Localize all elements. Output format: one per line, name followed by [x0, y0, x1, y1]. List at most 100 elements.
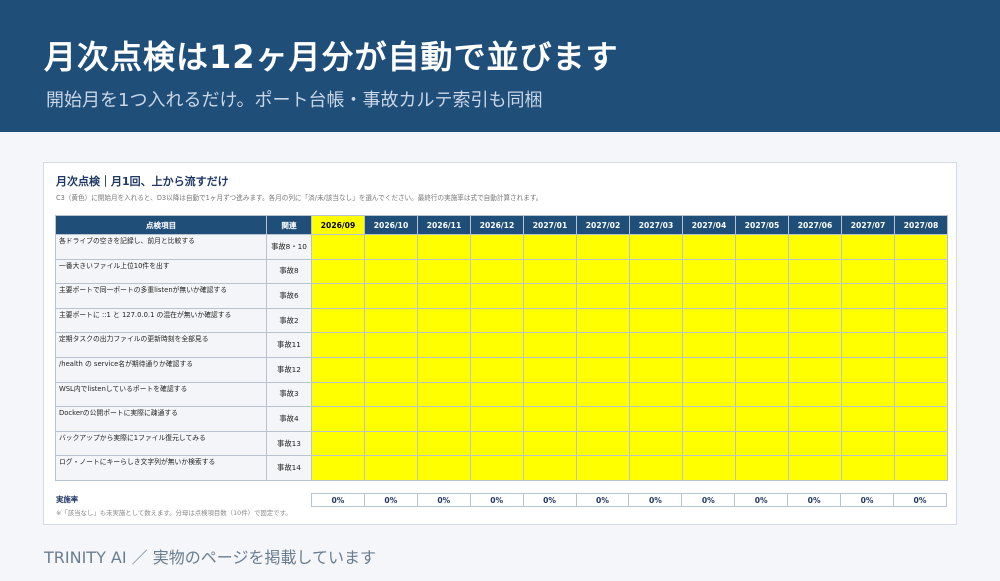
- status-input-cell[interactable]: [682, 307, 736, 334]
- status-input-cell[interactable]: [576, 283, 630, 309]
- status-input-cell[interactable]: [788, 307, 842, 334]
- status-input-cell[interactable]: [788, 332, 842, 358]
- status-input-cell[interactable]: [735, 406, 789, 432]
- status-input-cell[interactable]: [470, 332, 524, 358]
- status-input-cell[interactable]: [311, 234, 365, 260]
- status-input-cell[interactable]: [417, 356, 471, 383]
- status-input-cell[interactable]: [417, 234, 471, 260]
- status-input-cell[interactable]: [364, 430, 418, 457]
- status-input-cell[interactable]: [364, 307, 418, 334]
- status-input-cell[interactable]: [417, 283, 471, 309]
- status-input-cell[interactable]: [523, 381, 577, 408]
- status-input-cell[interactable]: [576, 356, 630, 383]
- status-input-cell[interactable]: [682, 381, 736, 408]
- status-input-cell[interactable]: [470, 455, 524, 481]
- status-input-cell[interactable]: [894, 406, 948, 432]
- status-input-cell[interactable]: [629, 283, 683, 309]
- status-input-cell[interactable]: [417, 406, 471, 432]
- status-input-cell[interactable]: [629, 332, 683, 358]
- status-input-cell[interactable]: [682, 258, 736, 285]
- status-input-cell[interactable]: [576, 234, 630, 260]
- status-input-cell[interactable]: [629, 356, 683, 383]
- status-input-cell[interactable]: [417, 258, 471, 285]
- status-input-cell[interactable]: [470, 406, 524, 432]
- status-input-cell[interactable]: [629, 430, 683, 457]
- status-input-cell[interactable]: [576, 406, 630, 432]
- status-input-cell[interactable]: [470, 283, 524, 309]
- status-input-cell[interactable]: [894, 283, 948, 309]
- status-input-cell[interactable]: [894, 258, 948, 285]
- status-input-cell[interactable]: [735, 381, 789, 408]
- status-input-cell[interactable]: [523, 307, 577, 334]
- status-input-cell[interactable]: [682, 283, 736, 309]
- status-input-cell[interactable]: [841, 455, 895, 481]
- status-input-cell[interactable]: [629, 258, 683, 285]
- status-input-cell[interactable]: [788, 283, 842, 309]
- status-input-cell[interactable]: [735, 258, 789, 285]
- status-input-cell[interactable]: [364, 356, 418, 383]
- status-input-cell[interactable]: [576, 258, 630, 285]
- status-input-cell[interactable]: [841, 234, 895, 260]
- status-input-cell[interactable]: [576, 381, 630, 408]
- status-input-cell[interactable]: [470, 381, 524, 408]
- status-input-cell[interactable]: [841, 356, 895, 383]
- status-input-cell[interactable]: [894, 356, 948, 383]
- status-input-cell[interactable]: [311, 356, 365, 383]
- status-input-cell[interactable]: [841, 258, 895, 285]
- status-input-cell[interactable]: [364, 455, 418, 481]
- status-input-cell[interactable]: [682, 430, 736, 457]
- status-input-cell[interactable]: [576, 332, 630, 358]
- status-input-cell[interactable]: [682, 406, 736, 432]
- status-input-cell[interactable]: [629, 307, 683, 334]
- status-input-cell[interactable]: [364, 406, 418, 432]
- status-input-cell[interactable]: [311, 430, 365, 457]
- status-input-cell[interactable]: [523, 356, 577, 383]
- status-input-cell[interactable]: [417, 307, 471, 334]
- status-input-cell[interactable]: [417, 455, 471, 481]
- status-input-cell[interactable]: [576, 430, 630, 457]
- status-input-cell[interactable]: [788, 406, 842, 432]
- status-input-cell[interactable]: [629, 381, 683, 408]
- status-input-cell[interactable]: [894, 381, 948, 408]
- status-input-cell[interactable]: [788, 258, 842, 285]
- status-input-cell[interactable]: [841, 406, 895, 432]
- status-input-cell[interactable]: [841, 332, 895, 358]
- status-input-cell[interactable]: [682, 455, 736, 481]
- status-input-cell[interactable]: [470, 258, 524, 285]
- status-input-cell[interactable]: [470, 234, 524, 260]
- status-input-cell[interactable]: [841, 307, 895, 334]
- status-input-cell[interactable]: [894, 234, 948, 260]
- status-input-cell[interactable]: [788, 356, 842, 383]
- status-input-cell[interactable]: [470, 307, 524, 334]
- status-input-cell[interactable]: [682, 332, 736, 358]
- status-input-cell[interactable]: [523, 283, 577, 309]
- status-input-cell[interactable]: [311, 258, 365, 285]
- status-input-cell[interactable]: [470, 356, 524, 383]
- status-input-cell[interactable]: [841, 430, 895, 457]
- status-input-cell[interactable]: [576, 307, 630, 334]
- status-input-cell[interactable]: [629, 234, 683, 260]
- status-input-cell[interactable]: [311, 455, 365, 481]
- status-input-cell[interactable]: [894, 430, 948, 457]
- status-input-cell[interactable]: [735, 283, 789, 309]
- status-input-cell[interactable]: [364, 283, 418, 309]
- status-input-cell[interactable]: [470, 430, 524, 457]
- status-input-cell[interactable]: [841, 381, 895, 408]
- status-input-cell[interactable]: [523, 455, 577, 481]
- status-input-cell[interactable]: [364, 258, 418, 285]
- status-input-cell[interactable]: [311, 307, 365, 334]
- status-input-cell[interactable]: [629, 406, 683, 432]
- status-input-cell[interactable]: [523, 332, 577, 358]
- status-input-cell[interactable]: [523, 406, 577, 432]
- status-input-cell[interactable]: [311, 381, 365, 408]
- status-input-cell[interactable]: [364, 332, 418, 358]
- status-input-cell[interactable]: [735, 307, 789, 334]
- status-input-cell[interactable]: [735, 332, 789, 358]
- status-input-cell[interactable]: [682, 356, 736, 383]
- status-input-cell[interactable]: [417, 430, 471, 457]
- status-input-cell[interactable]: [788, 381, 842, 408]
- status-input-cell[interactable]: [841, 283, 895, 309]
- status-input-cell[interactable]: [894, 332, 948, 358]
- status-input-cell[interactable]: [311, 406, 365, 432]
- status-input-cell[interactable]: [788, 234, 842, 260]
